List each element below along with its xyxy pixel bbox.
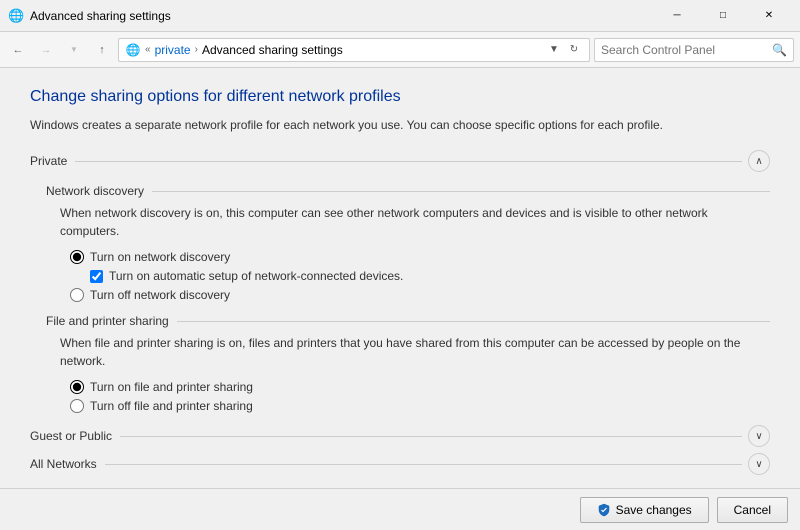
scroll-area: Change sharing options for different net… xyxy=(0,68,800,488)
cancel-label: Cancel xyxy=(734,503,771,517)
nd-off-label: Turn off network discovery xyxy=(90,288,230,302)
shield-icon xyxy=(597,503,611,517)
window-controls: ─ □ ✕ xyxy=(654,0,792,32)
window-title: Advanced sharing settings xyxy=(30,9,654,23)
section-private-label: Private xyxy=(30,154,75,168)
section-private-line xyxy=(75,161,742,162)
page-description: Windows creates a separate network profi… xyxy=(30,116,770,134)
nd-auto-option[interactable]: Turn on automatic setup of network-conne… xyxy=(90,269,770,283)
recent-pages-button[interactable]: ▼ xyxy=(62,38,86,62)
section-guest-public: Guest or Public ∨ xyxy=(30,425,770,447)
subsection-fp-line xyxy=(177,321,770,322)
section-gp-toggle[interactable]: ∨ xyxy=(748,425,770,447)
section-all-networks: All Networks ∨ xyxy=(30,453,770,475)
breadcrumb-dropdown: ▼ ↻ xyxy=(545,41,583,59)
bottom-bar: Save changes Cancel xyxy=(0,488,800,530)
subsection-network-discovery: Network discovery xyxy=(46,184,770,198)
search-icon[interactable]: 🔍 xyxy=(772,43,787,57)
breadcrumb-arrow: › xyxy=(195,44,198,55)
section-private: Private ∧ xyxy=(30,150,770,172)
nd-auto-checkbox[interactable] xyxy=(90,270,103,283)
search-input[interactable] xyxy=(601,43,768,57)
network-icon: 🌐 xyxy=(125,42,141,58)
breadcrumb-network[interactable]: private xyxy=(155,43,191,57)
nd-radio-group: Turn on network discovery Turn on automa… xyxy=(70,250,770,302)
app-icon: 🌐 xyxy=(8,8,24,24)
subsection-nd-line xyxy=(152,191,770,192)
section-an-toggle[interactable]: ∨ xyxy=(748,453,770,475)
fp-on-label: Turn on file and printer sharing xyxy=(90,380,253,394)
fp-off-radio[interactable] xyxy=(70,399,84,413)
subsection-fp-label: File and printer sharing xyxy=(46,314,177,328)
fp-description: When file and printer sharing is on, fil… xyxy=(60,334,770,370)
breadcrumb-current: Advanced sharing settings xyxy=(202,43,343,57)
subsection-file-printer: File and printer sharing xyxy=(46,314,770,328)
title-bar: 🌐 Advanced sharing settings ─ □ ✕ xyxy=(0,0,800,32)
nd-on-radio[interactable] xyxy=(70,250,84,264)
nd-description: When network discovery is on, this compu… xyxy=(60,204,770,240)
section-gp-line xyxy=(120,436,742,437)
nd-on-label: Turn on network discovery xyxy=(90,250,230,264)
section-gp-label: Guest or Public xyxy=(30,429,120,443)
fp-off-option[interactable]: Turn off file and printer sharing xyxy=(70,399,770,413)
search-bar: 🔍 xyxy=(594,38,794,62)
fp-off-label: Turn off file and printer sharing xyxy=(90,399,253,413)
section-private-toggle[interactable]: ∧ xyxy=(748,150,770,172)
breadcrumb-bar: 🌐 « private › Advanced sharing settings … xyxy=(118,38,590,62)
nd-auto-label: Turn on automatic setup of network-conne… xyxy=(109,269,403,283)
page-title: Change sharing options for different net… xyxy=(30,88,770,106)
fp-radio-group: Turn on file and printer sharing Turn of… xyxy=(70,380,770,413)
up-button[interactable]: ↑ xyxy=(90,38,114,62)
forward-button[interactable]: → xyxy=(34,38,58,62)
refresh-button[interactable]: ↻ xyxy=(565,41,583,59)
minimize-button[interactable]: ─ xyxy=(654,0,700,32)
section-an-line xyxy=(105,464,742,465)
back-button[interactable]: ← xyxy=(6,38,30,62)
fp-on-option[interactable]: Turn on file and printer sharing xyxy=(70,380,770,394)
maximize-button[interactable]: □ xyxy=(700,0,746,32)
subsection-nd-label: Network discovery xyxy=(46,184,152,198)
nd-on-option[interactable]: Turn on network discovery xyxy=(70,250,770,264)
close-button[interactable]: ✕ xyxy=(746,0,792,32)
breadcrumb-dropdown-button[interactable]: ▼ xyxy=(545,41,563,59)
nd-off-radio[interactable] xyxy=(70,288,84,302)
main-content: Change sharing options for different net… xyxy=(0,68,800,488)
address-bar: ← → ▼ ↑ 🌐 « private › Advanced sharing s… xyxy=(0,32,800,68)
fp-on-radio[interactable] xyxy=(70,380,84,394)
cancel-button[interactable]: Cancel xyxy=(717,497,788,523)
nd-off-option[interactable]: Turn off network discovery xyxy=(70,288,770,302)
breadcrumb-separator-1: « xyxy=(145,44,151,55)
section-an-label: All Networks xyxy=(30,457,105,471)
save-label: Save changes xyxy=(616,503,692,517)
save-button[interactable]: Save changes xyxy=(580,497,709,523)
